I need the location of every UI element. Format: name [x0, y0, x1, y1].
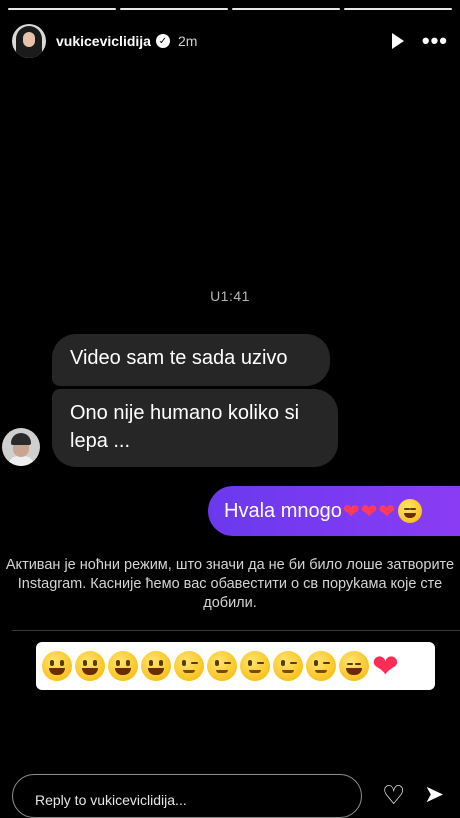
winking-face-icon: [306, 651, 336, 681]
progress-segment: [8, 8, 116, 10]
winking-face-icon: [207, 651, 237, 681]
winking-face-icon: [273, 651, 303, 681]
progress-segment: [232, 8, 340, 10]
divider: [12, 630, 460, 631]
story-progress-bar: [8, 8, 452, 10]
grinning-face-icon: [75, 651, 105, 681]
profile-avatar[interactable]: [12, 24, 46, 58]
progress-segment: [344, 8, 452, 10]
sent-message-text: Hvala mnogo: [224, 499, 342, 522]
progress-segment: [120, 8, 228, 10]
post-time: 2m: [177, 33, 198, 49]
message-timestamp: U1:41: [210, 288, 250, 304]
smiling-face-with-hearts-icon: [339, 651, 369, 681]
sent-message: Hvala mnogo ❤ ❤ ❤: [208, 486, 460, 536]
night-mode-notice: Активан је ноћни режим, што значи да не …: [5, 557, 455, 611]
heart-icon: ❤: [360, 500, 378, 523]
grinning-face-icon: [141, 651, 171, 681]
received-message: Video sam te sada uzivo: [52, 334, 330, 386]
like-heart-icon[interactable]: ♡: [382, 782, 405, 808]
more-options-icon[interactable]: •••: [422, 30, 448, 52]
heart-icon: ❤: [378, 500, 396, 523]
emoji-sticker: ❤: [36, 642, 435, 690]
winking-face-icon: [240, 651, 270, 681]
play-icon[interactable]: [391, 33, 404, 49]
verified-badge-icon: ✓: [155, 34, 170, 48]
username[interactable]: vukiceviclidija: [56, 33, 151, 49]
grinning-face-icon: [108, 651, 138, 681]
received-message: Ono nije humano koliko si lepa ...: [52, 389, 338, 467]
winking-face-icon: [174, 651, 204, 681]
heart-icon: ❤: [342, 500, 360, 523]
red-heart-icon: ❤: [372, 648, 399, 684]
story-header: vukiceviclidija ✓ 2m •••: [12, 22, 448, 60]
smiling-face-with-hearts-icon: [398, 499, 423, 523]
reply-input[interactable]: Reply to vukiceviclidija...: [12, 774, 362, 818]
grinning-face-icon: [42, 651, 72, 681]
send-icon[interactable]: ➤: [424, 782, 444, 808]
sender-avatar: [2, 428, 40, 466]
